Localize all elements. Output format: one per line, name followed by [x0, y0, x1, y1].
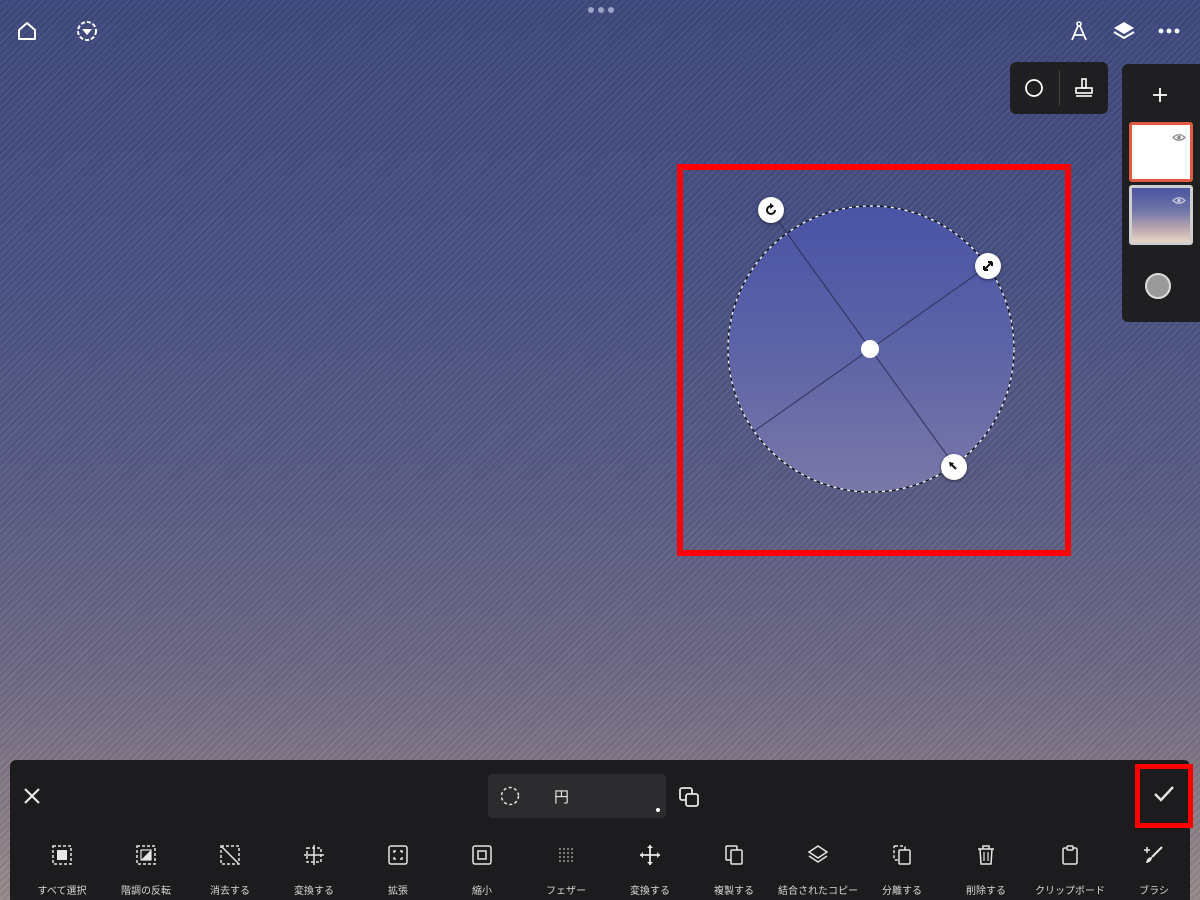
duplicate-icon: [723, 842, 745, 868]
merged-copy-icon: [807, 842, 829, 868]
tool-move[interactable]: 変換する: [608, 842, 692, 897]
adjust-icon[interactable]: [74, 18, 100, 44]
tool-expand[interactable]: 拡張: [356, 842, 440, 897]
home-icon[interactable]: [14, 18, 40, 44]
tool-delete[interactable]: 削除する: [944, 842, 1028, 897]
invert-icon: [135, 842, 157, 868]
trash-icon: [975, 842, 997, 868]
tool-label: 消去する: [210, 886, 250, 897]
tool-label: 複製する: [714, 886, 754, 897]
tool-label: フェザー: [546, 886, 586, 897]
select-all-icon: [51, 842, 73, 868]
tool-select-all[interactable]: すべて選択: [20, 842, 104, 897]
tool-label: 変換する: [294, 886, 334, 897]
tool-label: 階調の反転: [121, 886, 171, 897]
layers-icon[interactable]: [1111, 18, 1137, 44]
plus-icon[interactable]: [1147, 82, 1173, 108]
shape-label: 円: [554, 788, 570, 806]
tool-label: 分離する: [882, 886, 922, 897]
stamp-icon[interactable]: [1059, 62, 1108, 114]
selection-highlight-frame: [677, 164, 1071, 556]
transform-selection-icon: [303, 842, 325, 868]
separate-icon: [891, 842, 913, 868]
shape-selector[interactable]: 円: [488, 774, 666, 818]
tool-brush[interactable]: ブラシ: [1112, 842, 1196, 897]
tool-clear[interactable]: 消去する: [188, 842, 272, 897]
tool-label: 拡張: [388, 886, 408, 897]
tool-label: 結合されたコピー: [778, 886, 858, 897]
expand-icon: [387, 842, 409, 868]
move-icon: [639, 842, 661, 868]
dashed-circle-icon: [500, 786, 520, 810]
tool-merged-copy[interactable]: 結合されたコピー: [776, 842, 860, 897]
clipboard-icon: [1059, 842, 1081, 868]
compass-icon[interactable]: [1066, 18, 1092, 44]
more-icon[interactable]: [1156, 18, 1182, 44]
tool-separate[interactable]: 分離する: [860, 842, 944, 897]
feather-icon: [555, 842, 577, 868]
tool-label: すべて選択: [37, 886, 87, 897]
tool-transform-selection[interactable]: 変換する: [272, 842, 356, 897]
tool-shrink[interactable]: 縮小: [440, 842, 524, 897]
brush-icon: [1143, 842, 1165, 868]
layers-panel: [1122, 64, 1200, 322]
layer-white[interactable]: [1129, 122, 1193, 182]
tool-label: 縮小: [472, 886, 492, 897]
layer-gradient[interactable]: [1129, 185, 1193, 245]
tool-label: クリップボード: [1035, 886, 1105, 897]
tool-label: ブラシ: [1139, 886, 1169, 897]
close-icon[interactable]: [20, 784, 44, 808]
dropdown-indicator: [656, 808, 660, 812]
checkmark-icon: [1152, 784, 1176, 808]
color-swatch[interactable]: [1145, 273, 1171, 299]
tool-invert[interactable]: 階調の反転: [104, 842, 188, 897]
multitask-handle[interactable]: [588, 7, 614, 13]
selection-tools-row: すべて選択 階調の反転 消去する 変換する 拡張 縮小 フェザー 変換する 複製…: [10, 842, 1190, 900]
tool-label: 削除する: [966, 886, 1006, 897]
tool-label: 変換する: [630, 886, 670, 897]
circle-outline-icon[interactable]: [1010, 62, 1059, 114]
duplicate-shape-icon[interactable]: [678, 786, 700, 812]
tool-feather[interactable]: フェザー: [524, 842, 608, 897]
clear-selection-icon: [219, 842, 241, 868]
selection-mode-popover: [1010, 62, 1108, 114]
tool-clipboard[interactable]: クリップボード: [1028, 842, 1112, 897]
eye-icon[interactable]: [1172, 127, 1186, 146]
eye-icon[interactable]: [1172, 190, 1186, 209]
shrink-icon: [471, 842, 493, 868]
confirm-button[interactable]: [1135, 764, 1193, 828]
tool-duplicate[interactable]: 複製する: [692, 842, 776, 897]
